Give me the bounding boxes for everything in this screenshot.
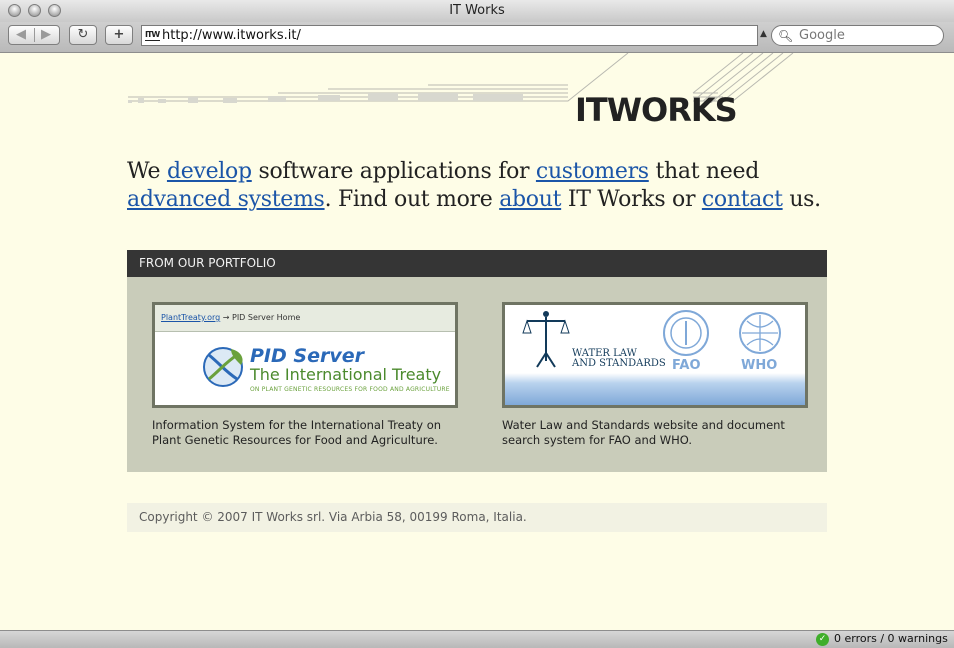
portfolio-item-water-law: WATER LAW AND STANDARDS FAO WHO Water La… <box>502 302 808 448</box>
window-titlebar: IT Works <box>0 0 954 23</box>
pid-server-note: ON PLANT GENETIC RESOURCES FOR FOOD AND … <box>250 386 450 393</box>
address-text[interactable]: http://www.itworks.it/ <box>162 26 301 45</box>
intro-text-part: IT Works or <box>561 187 702 212</box>
pid-server-title: PID Server <box>250 345 364 367</box>
itworks-logo[interactable]: ITWORKS <box>575 91 738 129</box>
intro-text-part: . Find out more <box>324 187 500 212</box>
divider <box>34 28 35 42</box>
reload-button[interactable]: ↻ <box>69 25 97 45</box>
contact-link[interactable]: contact <box>702 187 783 212</box>
new-tab-button[interactable]: + <box>105 25 133 45</box>
intro-text-part: software applications for <box>251 159 536 184</box>
fao-label: FAO <box>672 358 701 373</box>
copyright-footer: Copyright © 2007 IT Works srl. Via Arbia… <box>127 503 827 532</box>
who-emblem-icon <box>739 312 781 354</box>
page-content: ITWORKS We develop software applications… <box>0 53 954 630</box>
pid-server-subtitle: The International Treaty <box>250 365 442 384</box>
advanced-systems-link[interactable]: advanced systems <box>127 187 325 212</box>
address-bar[interactable]: ITW http://www.itworks.it/ <box>141 25 758 46</box>
thumbnail-breadcrumb: PlantTreaty.org → PID Server Home <box>155 305 455 332</box>
portfolio-heading: FROM OUR PORTFOLIO <box>127 250 827 277</box>
justice-scales-icon <box>522 311 570 368</box>
dna-globe-icon <box>203 347 243 387</box>
window-title: IT Works <box>449 3 505 18</box>
search-placeholder: Google <box>799 28 845 43</box>
search-field[interactable]: 🔍︎ Google <box>771 25 944 46</box>
portfolio-description: Information System for the International… <box>152 418 442 447</box>
fao-emblem-icon <box>663 310 709 356</box>
forward-arrow-icon[interactable]: ▶ <box>41 26 51 44</box>
intro-text-part: We <box>127 159 167 184</box>
water-law-title: WATER LAW AND STANDARDS <box>572 349 666 369</box>
back-arrow-icon[interactable]: ◀ <box>16 26 26 44</box>
back-forward-buttons: ◀ ▶ <box>8 25 60 45</box>
portfolio-section: FROM OUR PORTFOLIO PlantTreaty.org → PID… <box>127 250 827 472</box>
browser-statusbar: ✓ 0 errors / 0 warnings <box>0 630 954 648</box>
who-label: WHO <box>741 358 778 373</box>
thumbnail-link: PlantTreaty.org <box>161 313 221 322</box>
portfolio-item-pid: PlantTreaty.org → PID Server Home PID Se… <box>152 302 458 448</box>
thumbnail-crumb: → PID Server Home <box>220 313 301 322</box>
intro-text-part: us. <box>782 187 821 212</box>
about-link[interactable]: about <box>499 187 561 212</box>
intro-text: We develop software applications for cus… <box>127 158 827 214</box>
intro-text-part: that need <box>648 159 760 184</box>
snapback-icon[interactable]: ▲ <box>760 29 767 39</box>
water-law-line: AND STANDARDS <box>572 358 666 369</box>
water-law-thumbnail[interactable]: WATER LAW AND STANDARDS FAO WHO <box>502 302 808 408</box>
browser-toolbar: ◀ ▶ ↻ + ITW http://www.itworks.it/ ▲ 🔍︎ … <box>0 22 954 53</box>
portfolio-description: Water Law and Standards website and docu… <box>502 418 785 447</box>
pid-server-thumbnail[interactable]: PlantTreaty.org → PID Server Home PID Se… <box>152 302 458 408</box>
plus-icon: + <box>113 27 125 42</box>
search-icon[interactable]: 🔍︎ <box>778 27 793 46</box>
validation-status[interactable]: 0 errors / 0 warnings <box>834 632 948 645</box>
checkmark-icon: ✓ <box>816 633 829 646</box>
site-favicon: ITW <box>145 30 160 41</box>
develop-link[interactable]: develop <box>167 159 252 184</box>
reload-icon: ↻ <box>77 27 89 42</box>
customers-link[interactable]: customers <box>536 159 649 184</box>
